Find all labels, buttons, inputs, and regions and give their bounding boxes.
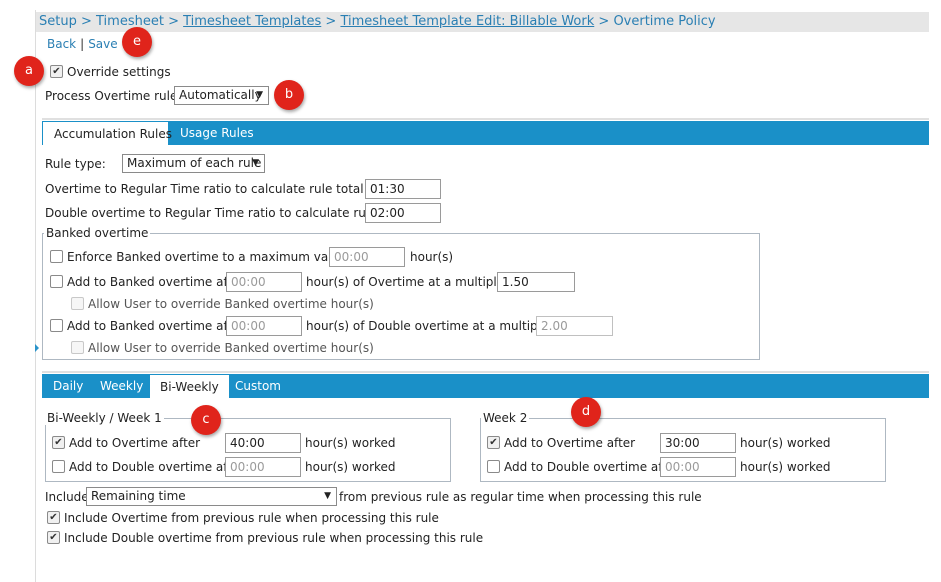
tab-accumulation-rules[interactable]: Accumulation Rules <box>42 121 172 145</box>
top-actions: Back | Save <box>47 37 118 51</box>
week2-ot-unit: hour(s) worked <box>740 436 831 450</box>
week2-legend: Week 2 <box>481 411 530 425</box>
override-label: Override settings <box>67 65 171 79</box>
process-select[interactable]: Automatically ▼ <box>174 86 269 105</box>
week1-ot-label: Add to Overtime after <box>69 436 201 450</box>
week1-dot-label: Add to Double overtime after <box>69 460 245 474</box>
override-checkbox[interactable]: ✔ <box>50 65 63 78</box>
rule-type-value: Maximum of each rule <box>127 156 262 170</box>
allow-dot-override-label: Allow User to override Banked overtime h… <box>88 341 374 355</box>
add-banked-ot-multiple-input[interactable]: 1.50 <box>497 272 575 292</box>
breadcrumb-setup[interactable]: Setup <box>39 14 77 29</box>
week2-ot-checkbox[interactable]: ✔ <box>487 436 500 449</box>
add-banked-ot-checkbox[interactable] <box>50 275 63 288</box>
save-link[interactable]: Save <box>88 37 117 51</box>
ot-ratio-label: Overtime to Regular Time ratio to calcul… <box>45 182 368 196</box>
week1-dot-checkbox[interactable] <box>52 460 65 473</box>
rule-type-label: Rule type: <box>45 157 106 171</box>
tab-weekly[interactable]: Weekly <box>90 374 153 398</box>
left-divider <box>35 10 36 582</box>
include-select-value: Remaining time <box>91 489 186 503</box>
add-banked-dot-checkbox[interactable] <box>50 319 63 332</box>
allow-ot-override-label: Allow User to override Banked overtime h… <box>88 297 374 311</box>
week2-dot-checkbox[interactable] <box>487 460 500 473</box>
add-banked-dot-label: Add to Banked overtime after <box>67 319 245 333</box>
add-banked-dot-hours-input[interactable]: 00:00 <box>226 316 302 336</box>
callout-c: c <box>191 405 221 435</box>
breadcrumb-current: Overtime Policy <box>613 14 716 29</box>
week2-dot-unit: hour(s) worked <box>740 460 831 474</box>
week1-ot-checkbox[interactable]: ✔ <box>52 436 65 449</box>
rule-tabs: Accumulation Rules Usage Rules <box>42 121 929 145</box>
include-ot-checkbox[interactable]: ✔ <box>47 511 60 524</box>
divider <box>42 371 929 373</box>
include-prefix: Include <box>45 490 89 504</box>
rule-type-select[interactable]: Maximum of each rule ▼ <box>122 154 265 173</box>
process-label: Process Overtime rules: <box>45 89 188 103</box>
period-tabs: Daily Weekly Bi-Weekly Custom <box>42 374 929 398</box>
breadcrumb-sep: > <box>76 14 97 29</box>
dot-ratio-label: Double overtime to Regular Time ratio to… <box>45 206 412 220</box>
include-dot-checkbox[interactable]: ✔ <box>47 531 60 544</box>
tab-bi-weekly[interactable]: Bi-Weekly <box>149 374 230 398</box>
process-select-value: Automatically <box>179 88 262 102</box>
week2-ot-label: Add to Overtime after <box>504 436 636 450</box>
week1-dot-unit: hour(s) worked <box>305 460 396 474</box>
enforce-unit: hour(s) <box>410 250 454 264</box>
add-banked-ot-label: Add to Banked overtime after <box>67 275 245 289</box>
enforce-label: Enforce Banked overtime to a maximum val… <box>67 250 362 264</box>
breadcrumb-template-edit[interactable]: Timesheet Template Edit: Billable Work <box>340 14 594 29</box>
breadcrumb-templates[interactable]: Timesheet Templates <box>183 14 321 29</box>
include-dot-label: Include Double overtime from previous ru… <box>64 531 484 545</box>
enforce-checkbox[interactable] <box>50 250 63 263</box>
callout-b: b <box>274 80 304 110</box>
add-banked-ot-hours-input[interactable]: 00:00 <box>226 272 302 292</box>
chevron-down-icon: ▼ <box>324 491 331 501</box>
chevron-down-icon: ▼ <box>256 90 263 100</box>
breadcrumb-timesheet[interactable]: Timesheet <box>96 14 164 29</box>
back-link[interactable]: Back <box>47 37 76 51</box>
week1-ot-input[interactable]: 40:00 <box>225 433 301 453</box>
allow-ot-override-checkbox <box>71 297 84 310</box>
ot-ratio-input[interactable]: 01:30 <box>365 179 441 199</box>
tab-usage-rules[interactable]: Usage Rules <box>170 121 264 145</box>
divider <box>42 118 929 120</box>
banked-legend: Banked overtime <box>44 226 151 240</box>
collapse-arrow-icon[interactable] <box>35 344 39 352</box>
tab-daily[interactable]: Daily <box>42 374 94 398</box>
callout-e: e <box>122 27 152 57</box>
add-banked-dot-mid: hour(s) of Double overtime at a multiple… <box>306 319 564 333</box>
add-banked-dot-multiple-input[interactable]: 2.00 <box>536 316 613 336</box>
breadcrumb-sep: > <box>594 14 614 29</box>
week2-dot-label: Add to Double overtime after <box>504 460 680 474</box>
include-ot-label: Include Overtime from previous rule when… <box>64 511 439 525</box>
callout-d: d <box>571 397 601 427</box>
week1-legend: Bi-Weekly / Week 1 <box>45 411 164 425</box>
action-separator: | <box>80 37 85 51</box>
week2-ot-input[interactable]: 30:00 <box>660 433 736 453</box>
week1-dot-input[interactable]: 00:00 <box>225 457 301 477</box>
allow-dot-override-checkbox <box>71 341 84 354</box>
include-select[interactable]: Remaining time ▼ <box>86 487 337 506</box>
breadcrumb-sep: > <box>321 14 341 29</box>
week2-dot-input[interactable]: 00:00 <box>660 457 736 477</box>
dot-ratio-input[interactable]: 02:00 <box>365 203 441 223</box>
enforce-input[interactable]: 00:00 <box>329 247 405 267</box>
add-banked-ot-mid: hour(s) of Overtime at a multiple of <box>306 275 520 289</box>
breadcrumb-sep: > <box>163 14 184 29</box>
include-suffix: from previous rule as regular time when … <box>339 490 702 504</box>
callout-a: a <box>14 56 44 86</box>
tab-custom[interactable]: Custom <box>225 374 291 398</box>
chevron-down-icon: ▼ <box>252 158 259 168</box>
week1-ot-unit: hour(s) worked <box>305 436 396 450</box>
